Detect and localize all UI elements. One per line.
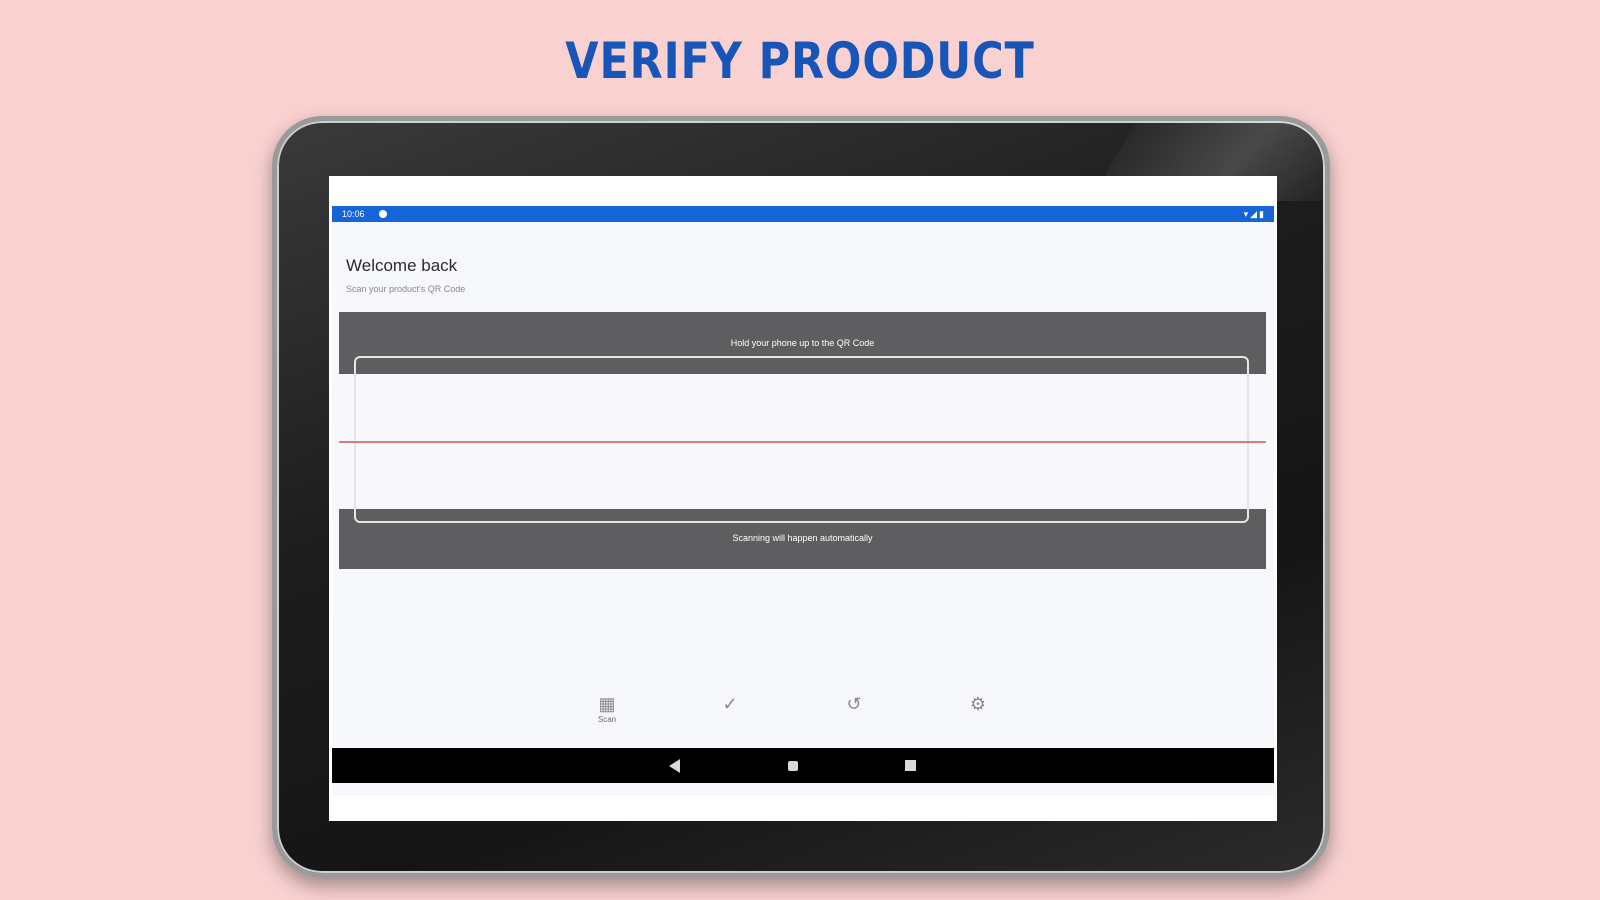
page-headline: VERIFY PROODUCT bbox=[565, 32, 1035, 90]
qr-scan-icon: ▦ bbox=[598, 694, 616, 714]
status-bar: 10:06 ▾◢▮ bbox=[332, 206, 1274, 222]
app-window: 10:06 ▾◢▮ Welcome back Scan your product… bbox=[332, 206, 1274, 796]
nav-item-history[interactable]: ↺ bbox=[824, 693, 884, 715]
recents-icon[interactable] bbox=[905, 760, 916, 771]
back-icon[interactable] bbox=[669, 759, 680, 773]
nav-item-settings[interactable]: ⚙ bbox=[948, 693, 1008, 715]
scanner-laser-line bbox=[339, 441, 1266, 443]
qr-scanner-view[interactable]: Hold your phone up to the QR Code Scanni… bbox=[339, 312, 1266, 569]
tablet-screen: 10:06 ▾◢▮ Welcome back Scan your product… bbox=[329, 176, 1277, 821]
welcome-title: Welcome back bbox=[346, 256, 458, 275]
welcome-subtitle: Scan your product's QR Code bbox=[346, 284, 466, 294]
nav-label-scan: Scan bbox=[597, 715, 617, 724]
bottom-navigation: ▦ Scan ✓ ↺ ⚙ bbox=[332, 693, 1274, 743]
nav-item-verify[interactable]: ✓ bbox=[700, 693, 760, 715]
system-navigation-bar bbox=[332, 748, 1274, 783]
status-icons: ▾◢▮ bbox=[1243, 209, 1266, 219]
status-time: 10:06 bbox=[342, 209, 365, 219]
notification-dot-icon bbox=[379, 210, 387, 218]
tablet-frame: 10:06 ▾◢▮ Welcome back Scan your product… bbox=[272, 116, 1330, 878]
home-icon[interactable] bbox=[788, 761, 798, 771]
scanner-auto-text: Scanning will happen automatically bbox=[732, 533, 873, 543]
settings-icon: ⚙ bbox=[969, 694, 987, 714]
nav-item-scan[interactable]: ▦ Scan bbox=[577, 693, 637, 725]
scanner-frame bbox=[354, 356, 1249, 523]
scanner-hint: Hold your phone up to the QR Code bbox=[730, 338, 875, 348]
history-icon: ↺ bbox=[846, 694, 862, 714]
check-icon: ✓ bbox=[722, 694, 738, 714]
